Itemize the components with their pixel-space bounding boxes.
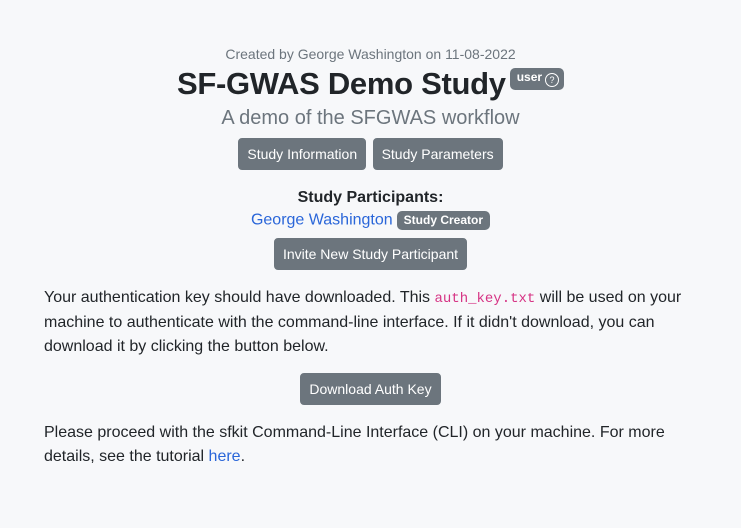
participants-heading: Study Participants: <box>297 189 444 206</box>
auth-filename: auth_key.txt <box>434 291 536 307</box>
auth-text-before: Your authentication key should have down… <box>44 289 435 306</box>
invite-row: Invite New Study Participant <box>0 238 741 270</box>
download-auth-key-button[interactable]: Download Auth Key <box>300 373 441 405</box>
participant-name-link[interactable]: George Washington <box>251 212 393 229</box>
study-description: A demo of the SFGWAS workflow <box>221 107 520 129</box>
study-page: Created by George Washington on 11-08-20… <box>0 0 741 528</box>
role-badge[interactable]: user? <box>509 68 565 90</box>
auth-key-instructions: Your authentication key should have down… <box>44 286 704 359</box>
download-row: Download Auth Key <box>0 373 741 405</box>
study-title: SF-GWAS Demo Study <box>176 66 506 101</box>
title-row: SF-GWAS Demo Study user? <box>0 66 741 102</box>
cli-text-before: Please proceed with the sfkit Command-Li… <box>44 424 665 465</box>
invite-participant-button[interactable]: Invite New Study Participant <box>273 238 468 270</box>
cli-text-after: . <box>240 448 246 465</box>
tutorial-link[interactable]: here <box>209 448 241 465</box>
role-badge-label: user <box>516 70 543 84</box>
study-information-button[interactable]: Study Information <box>238 138 367 170</box>
created-by-text: Created by George Washington on 11-08-20… <box>225 46 516 62</box>
cli-instructions: Please proceed with the sfkit Command-Li… <box>44 421 704 469</box>
study-parameters-button[interactable]: Study Parameters <box>372 138 503 170</box>
study-buttons: Study Information Study Parameters <box>0 138 741 170</box>
participant-item: George Washington Study Creator <box>0 211 741 230</box>
question-circle-icon[interactable]: ? <box>545 73 560 87</box>
study-creator-badge: Study Creator <box>396 211 491 230</box>
